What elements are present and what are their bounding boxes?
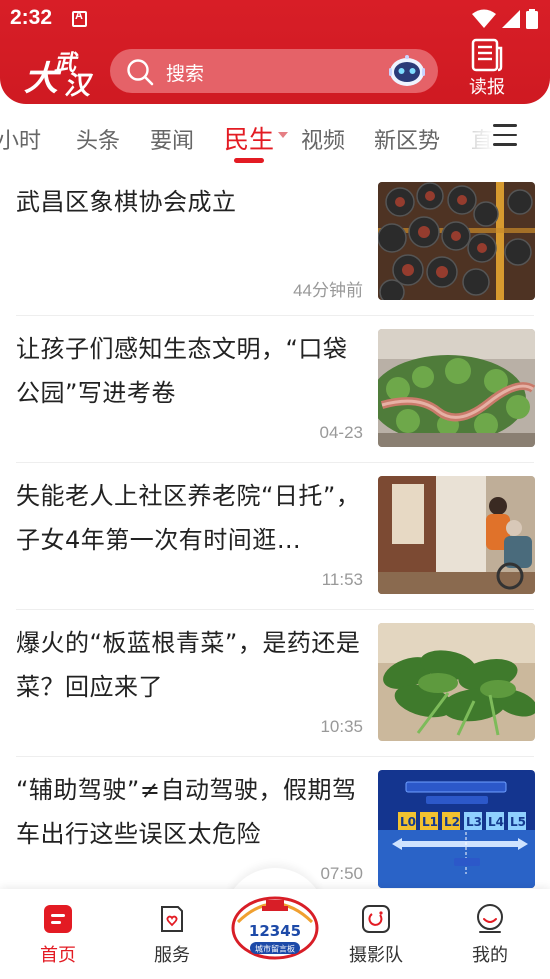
news-thumbnail-chess	[378, 182, 535, 300]
news-thumbnail-vegetables	[378, 623, 535, 741]
hotline-number: 12345	[249, 922, 301, 940]
tab-livelihood[interactable]: 民生	[224, 120, 274, 156]
home-icon	[44, 905, 72, 933]
active-tab-indicator	[234, 158, 264, 163]
channel-menu-icon[interactable]	[493, 124, 517, 146]
nav-home-label: 首页	[40, 945, 76, 966]
svg-text:L1: L1	[422, 815, 438, 829]
news-time: 10:35	[320, 717, 363, 736]
channel-tabs: 小时 头条 要闻 民生 视频 新区势 直	[0, 104, 550, 168]
svg-text:L3: L3	[466, 815, 482, 829]
read-paper-label: 读报	[469, 77, 505, 98]
news-item[interactable]: 失能老人上社区养老院“日托”，子女4年第一次有时间逛… 11:53	[0, 462, 550, 609]
da-wuhan-logo[interactable]: 大 武 汉	[20, 40, 100, 100]
search-bar[interactable]: 搜索	[110, 49, 438, 93]
nav-photography[interactable]: 摄影队	[336, 903, 416, 967]
news-time: 04-23	[319, 423, 363, 442]
nav-photography-label: 摄影队	[349, 945, 403, 966]
nav-profile[interactable]: 我的	[450, 903, 530, 967]
svg-text:L5: L5	[510, 815, 526, 829]
ai-assistant-robot-icon[interactable]	[388, 54, 426, 88]
news-time: 11:53	[321, 570, 363, 589]
tab-headlines[interactable]: 头条	[76, 123, 120, 155]
read-newspaper-button[interactable]: 读报	[466, 38, 508, 100]
newspaper-icon	[471, 38, 503, 72]
news-list: 武昌区象棋协会成立 44分钟前 让孩子们感知生态文明，“口袋公园”写进考卷 04	[0, 168, 550, 903]
status-icons	[472, 9, 538, 29]
notification-icon	[72, 10, 87, 27]
app-header: 2:32 大 武 汉 搜索	[0, 0, 550, 104]
search-placeholder: 搜索	[166, 63, 205, 85]
news-title: 让孩子们感知生态文明，“口袋公园”写进考卷	[16, 335, 348, 407]
status-bar: 2:32	[0, 0, 550, 38]
news-title: 失能老人上社区养老院“日托”，子女4年第一次有时间逛…	[16, 482, 361, 554]
status-time: 2:32	[10, 6, 53, 29]
tab-new-district[interactable]: 新区势	[374, 123, 440, 155]
tab-video[interactable]: 视频	[301, 123, 345, 155]
news-title: 武昌区象棋协会成立	[16, 188, 237, 216]
news-thumbnail-driving-levels: L0 L1 L2 L3 L4 L5	[378, 770, 535, 888]
news-thumbnail-park-model	[378, 329, 535, 447]
svg-text:L4: L4	[488, 815, 504, 829]
search-icon	[127, 59, 154, 86]
news-item[interactable]: 爆火的“板蓝根青菜”，是药还是菜？回应来了 10:35	[0, 609, 550, 756]
tab-fade-overlay	[455, 104, 495, 168]
battery-icon	[526, 9, 538, 29]
services-icon	[161, 906, 183, 932]
svg-text:L0: L0	[400, 815, 416, 829]
signal-icon	[502, 10, 520, 28]
nav-profile-label: 我的	[472, 945, 508, 966]
news-item[interactable]: 让孩子们感知生态文明，“口袋公园”写进考卷 04-23	[0, 315, 550, 462]
hotline-caption: 城市留言板	[255, 944, 295, 954]
camera-team-icon	[362, 905, 390, 933]
news-title: 爆火的“板蓝根青菜”，是药还是菜？回应来了	[16, 629, 361, 701]
news-thumbnail-elderly-care	[378, 476, 535, 594]
nav-home[interactable]: 首页	[18, 903, 98, 967]
nav-services[interactable]: 服务	[132, 903, 212, 967]
svg-text:L2: L2	[444, 815, 460, 829]
news-item[interactable]: 武昌区象棋协会成立 44分钟前	[0, 168, 550, 315]
profile-icon	[477, 904, 503, 933]
news-time: 44分钟前	[293, 281, 363, 300]
svg-text:汉: 汉	[64, 71, 94, 100]
news-time: 07:50	[320, 864, 363, 883]
wifi-icon	[472, 9, 496, 28]
news-title: “辅助驾驶”≠自动驾驶，假期驾车出行这些误区太危险	[16, 776, 357, 848]
nav-services-label: 服务	[154, 945, 190, 966]
tab-hourly[interactable]: 小时	[0, 123, 41, 155]
hotline-12345-button[interactable]: 12345 城市留言板	[230, 892, 320, 964]
tab-top-news[interactable]: 要闻	[150, 123, 194, 155]
tab-dropdown-caret-icon[interactable]	[278, 132, 288, 138]
